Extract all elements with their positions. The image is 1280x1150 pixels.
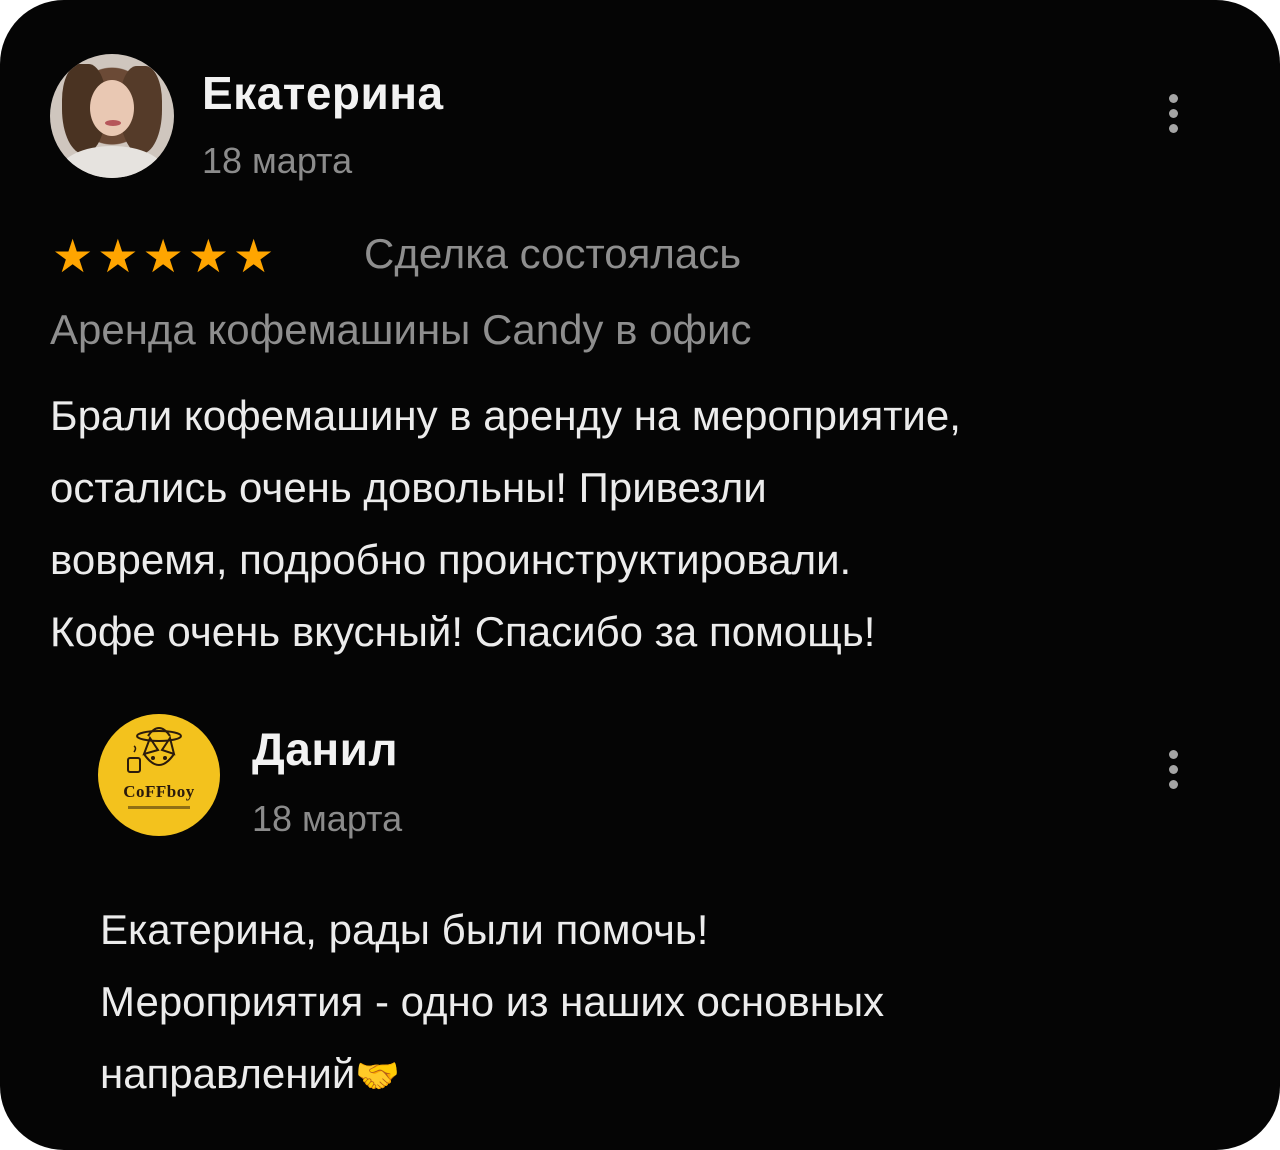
- seller-avatar[interactable]: CoFFboy: [98, 714, 220, 836]
- review-text-line: вовремя, подробно проинструктировали.: [50, 536, 852, 583]
- deal-status: Сделка состоялась: [364, 230, 742, 277]
- more-vertical-icon[interactable]: [1167, 94, 1179, 142]
- star-icon: ★: [187, 229, 229, 283]
- reply-date: 18 марта: [252, 798, 403, 839]
- reply-text: Екатерина, рады были помочь! Мероприятия…: [100, 894, 884, 1112]
- reply-text-line: направлений🤝: [100, 1038, 884, 1112]
- review-text-line: Кофе очень вкусный! Спасибо за помощь!: [50, 608, 876, 655]
- handshake-icon: 🤝: [355, 1055, 401, 1096]
- star-icon: ★: [233, 229, 275, 283]
- star-icon: ★: [97, 229, 139, 283]
- seller-name[interactable]: Данил: [252, 722, 398, 776]
- review-text: Брали кофемашину в аренду на мероприятие…: [50, 380, 961, 668]
- reply-text-line: Екатерина, рады были помочь!: [100, 906, 709, 953]
- reply-text-line: Мероприятия - одно из наших основных: [100, 978, 885, 1025]
- reviewer-avatar[interactable]: [50, 54, 174, 178]
- more-vertical-icon[interactable]: [1167, 750, 1179, 798]
- rating-stars: ★ ★ ★ ★ ★: [52, 232, 274, 280]
- star-icon: ★: [142, 229, 184, 283]
- review-text-line: остались очень довольны! Привезли: [50, 464, 767, 511]
- review-text-line: Брали кофемашину в аренду на мероприятие…: [50, 392, 961, 439]
- reply-text-line-last: направлений: [100, 1050, 356, 1097]
- service-name[interactable]: Аренда кофемашины Candy в офис: [50, 306, 751, 354]
- reviewer-name[interactable]: Екатерина: [202, 66, 444, 120]
- review-date: 18 марта: [202, 140, 353, 181]
- brand-logo-text: CoFFboy: [123, 782, 195, 801]
- star-icon: ★: [52, 229, 94, 283]
- review-card: Екатерина 18 марта ★ ★ ★ ★ ★ Сделка сост…: [0, 0, 1280, 1150]
